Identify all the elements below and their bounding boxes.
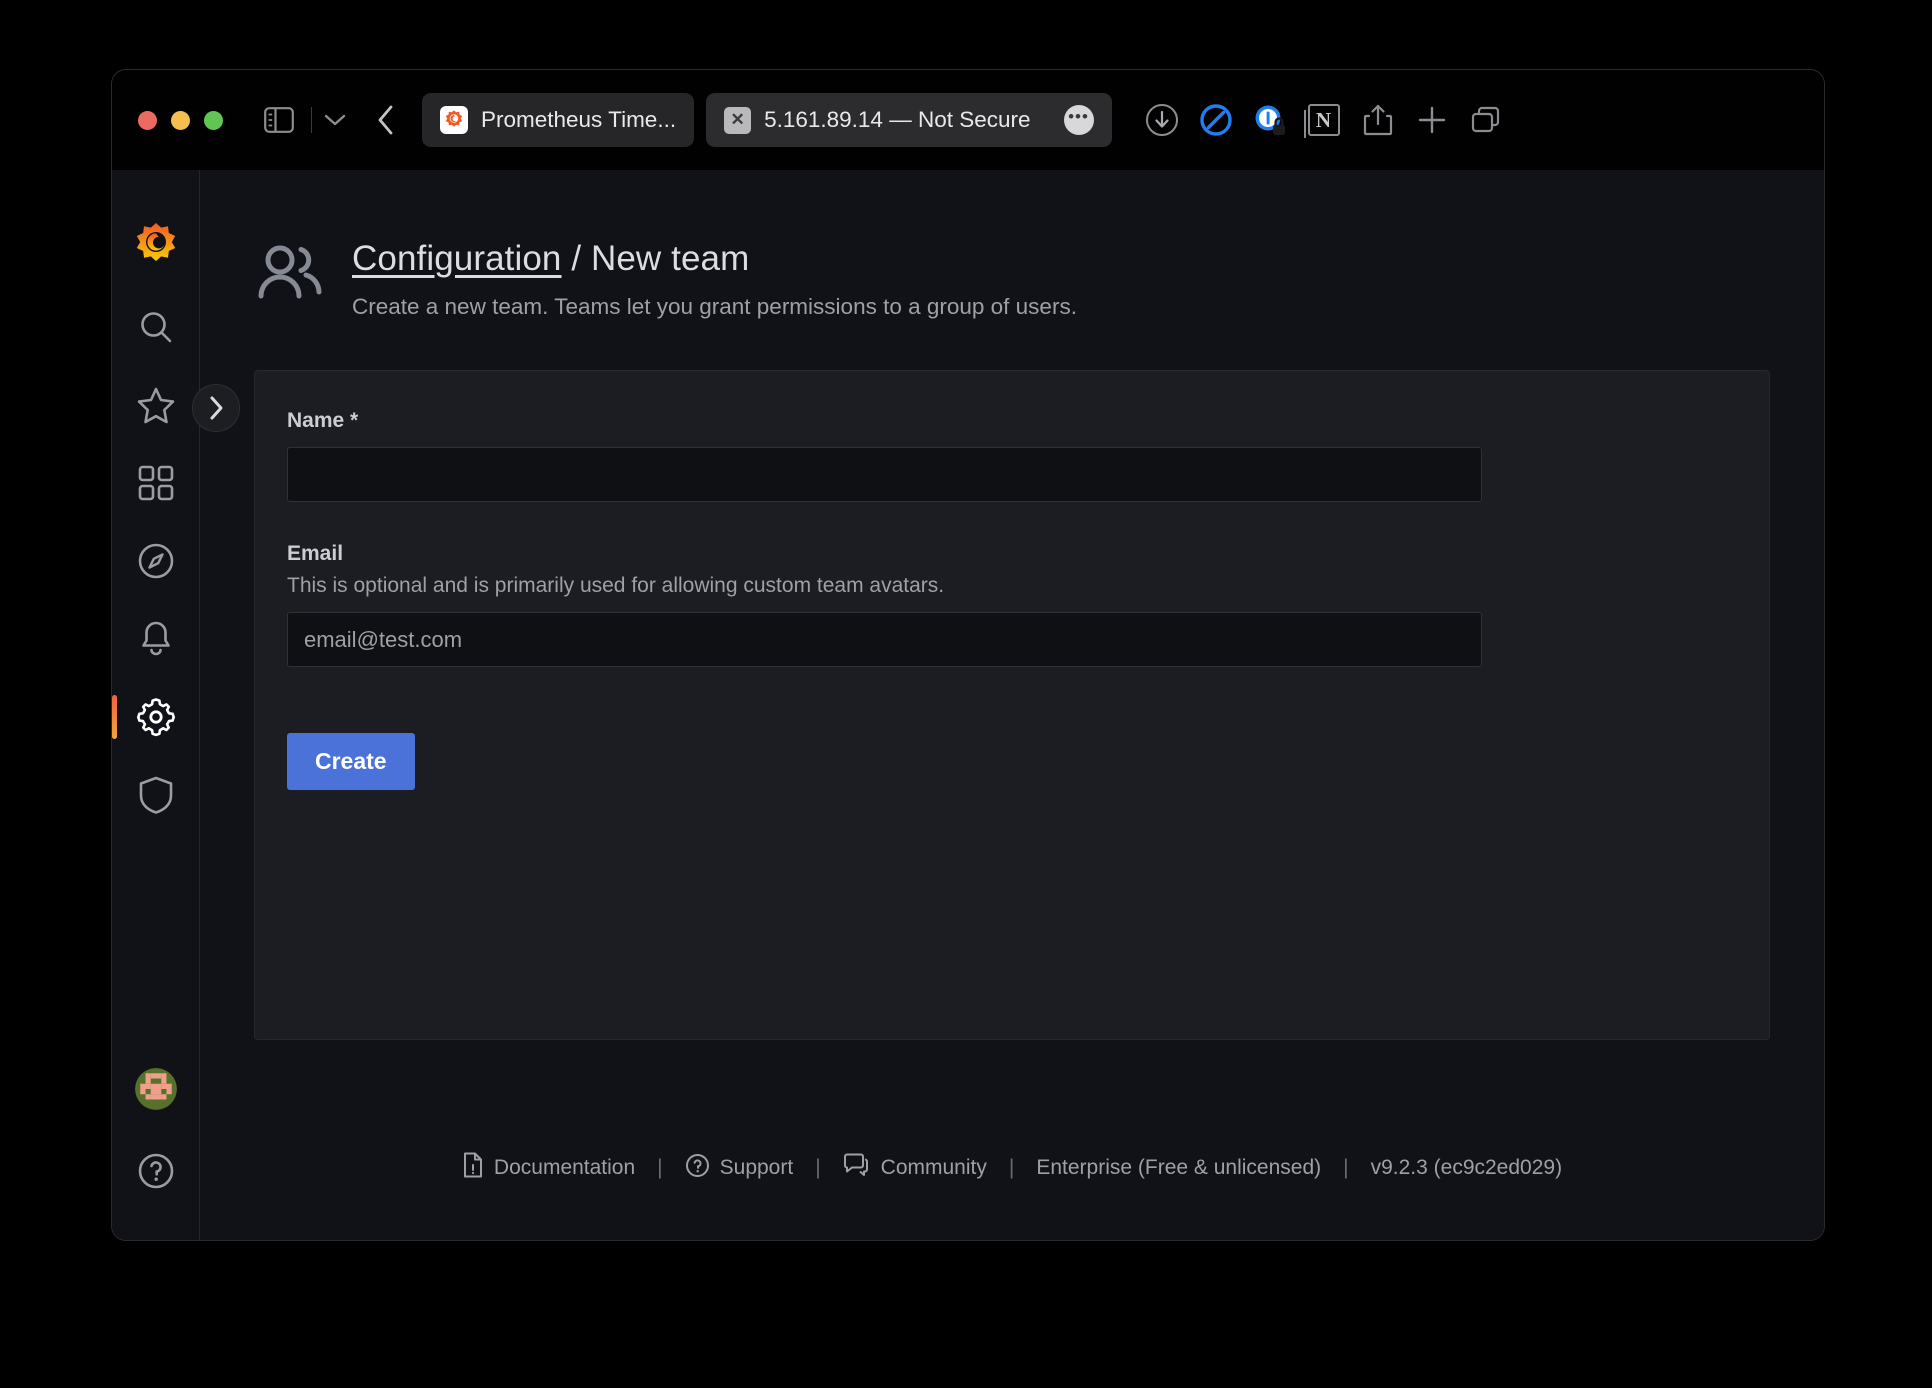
close-window-button[interactable] [138,111,157,130]
sidebar-item-starred[interactable] [112,366,200,444]
avatar [135,1068,177,1110]
browser-tab-title: Prometheus Time... [481,107,676,133]
expand-sidebar-button[interactable] [192,384,240,432]
field-spacer [287,502,1737,542]
document-icon [462,1152,484,1184]
app-sidebar [112,170,200,1240]
page-subtitle: Create a new team. Teams let you grant p… [352,294,1077,320]
footer-link-documentation[interactable]: Documentation [462,1152,635,1184]
users-icon [254,242,326,307]
footer-separator: | [657,1156,662,1180]
toolbar-divider [311,107,312,133]
zoom-window-button[interactable] [204,111,223,130]
name-input[interactable] [287,447,1482,502]
browser-tab-prometheus[interactable]: Prometheus Time... [422,93,694,147]
footer-label: Documentation [494,1156,635,1180]
footer-separator: | [1343,1156,1348,1180]
footer-edition: Enterprise (Free & unlicensed) [1036,1156,1321,1180]
back-icon[interactable] [366,100,406,140]
browser-tab-title: 5.161.89.14 — Not Secure [764,107,1030,133]
page-header: Configuration / New team Create a new te… [254,170,1770,320]
tab-overview-icon[interactable] [1466,100,1506,140]
new-team-form-card: Name * Email This is optional and is pri… [254,370,1770,1040]
sidebar-item-alerting[interactable] [112,600,200,678]
sidebar-item-search[interactable] [112,288,200,366]
sidebar-item-server-admin[interactable] [112,756,200,834]
app-main-content: Configuration / New team Create a new te… [200,170,1824,1240]
new-tab-icon[interactable] [1412,100,1452,140]
chevron-down-icon[interactable] [320,100,350,140]
breadcrumb-separator: / [562,239,591,278]
grafana-logo[interactable] [112,202,200,288]
insecure-x-icon: ✕ [724,107,751,134]
comments-icon [843,1153,871,1183]
name-field-group: Name * [287,409,1737,502]
browser-toolbar-actions: N [1142,100,1506,140]
footer-label: Support [720,1156,794,1180]
browser-tabs: Prometheus Time... ✕ 5.161.89.14 — Not S… [422,93,1112,147]
email-input[interactable] [287,612,1482,667]
breadcrumb-link-configuration[interactable]: Configuration [352,239,562,278]
browser-toolbar: Prometheus Time... ✕ 5.161.89.14 — Not S… [112,70,1824,170]
downloads-icon[interactable] [1142,100,1182,140]
grafana-app: Configuration / New team Create a new te… [112,170,1824,1240]
footer-label: Community [881,1156,987,1180]
share-icon[interactable] [1358,100,1398,140]
breadcrumb: Configuration / New team [352,238,1077,280]
page-title: New team [591,239,749,278]
footer-link-community[interactable]: Community [843,1153,987,1183]
content-blocker-icon[interactable] [1196,100,1236,140]
sidebar-item-help[interactable] [112,1132,200,1210]
window-traffic-lights [138,111,223,130]
sidebar-icon[interactable] [259,100,299,140]
sidebar-item-dashboards[interactable] [112,444,200,522]
notion-icon[interactable]: N [1304,100,1344,140]
name-field-label: Name * [287,409,1737,433]
create-button[interactable]: Create [287,733,415,790]
footer-separator: | [1009,1156,1014,1180]
grafana-icon [440,106,468,134]
app-footer: Documentation | Support | [254,1152,1770,1240]
email-field-group: Email This is optional and is primarily … [287,542,1737,667]
sidebar-item-configuration[interactable] [112,678,200,756]
email-field-label: Email [287,542,1737,566]
question-circle-icon [685,1153,710,1184]
browser-window: Prometheus Time... ✕ 5.161.89.14 — Not S… [112,70,1824,1240]
minimize-window-button[interactable] [171,111,190,130]
footer-version: v9.2.3 (ec9c2ed029) [1371,1156,1562,1180]
page-header-text: Configuration / New team Create a new te… [352,238,1077,320]
footer-link-support[interactable]: Support [685,1153,794,1184]
sidebar-item-profile[interactable] [112,1046,200,1132]
tab-more-icon[interactable]: ••• [1064,105,1094,135]
email-field-description: This is optional and is primarily used f… [287,574,1737,598]
sidebar-item-explore[interactable] [112,522,200,600]
1password-icon[interactable] [1250,100,1290,140]
footer-separator: | [815,1156,820,1180]
browser-tab-grafana-host[interactable]: ✕ 5.161.89.14 — Not Secure ••• [706,93,1111,147]
